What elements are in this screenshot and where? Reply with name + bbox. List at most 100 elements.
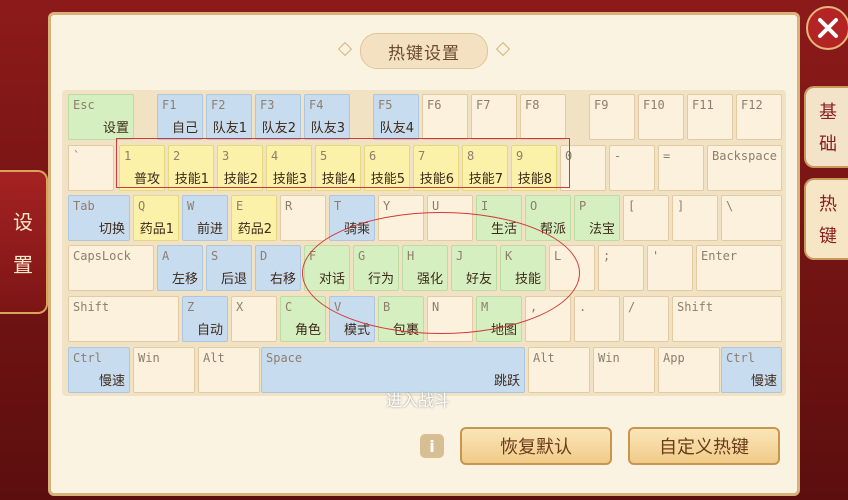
key-rbracket[interactable]: ]	[672, 195, 718, 241]
key-equal[interactable]: =	[658, 145, 704, 191]
key-action: 角色	[294, 323, 321, 338]
annotation-ellipse	[302, 212, 580, 334]
key-capslock[interactable]: CapsLock	[68, 245, 154, 291]
key-label: F11	[692, 98, 714, 112]
key-action: 左移	[171, 272, 198, 287]
key-lwin[interactable]: Win	[133, 347, 195, 393]
side-tab-char-2: 置	[13, 253, 33, 277]
key-action: 自动	[196, 323, 223, 338]
key-label: Ctrl	[73, 351, 102, 365]
key-enter[interactable]: Enter	[696, 245, 782, 291]
key-d[interactable]: D 右移	[255, 245, 301, 291]
key-semicolon[interactable]: ;	[598, 245, 644, 291]
key-f1[interactable]: F1 自己	[157, 94, 203, 140]
key-x[interactable]: X	[231, 296, 277, 342]
key-label: -	[614, 149, 622, 163]
key-lctrl[interactable]: Ctrl 慢速	[68, 347, 130, 393]
key-quote[interactable]: '	[647, 245, 693, 291]
key-s[interactable]: S 后退	[206, 245, 252, 291]
key-lbracket[interactable]: [	[623, 195, 669, 241]
key-rshift[interactable]: Shift	[672, 296, 782, 342]
key-action: 队友3	[310, 121, 345, 136]
key-label: `	[73, 149, 81, 163]
key-app[interactable]: App	[658, 347, 720, 393]
key-action: 右移	[269, 272, 296, 287]
key-f8[interactable]: F8	[520, 94, 566, 140]
key-action: 慢速	[750, 374, 777, 389]
key-esc[interactable]: Esc 设置	[68, 94, 134, 140]
tab-hotkey-char-2: 键	[819, 226, 837, 247]
key-e[interactable]: E 药品2	[231, 195, 277, 241]
settings-side-tab[interactable]: 设 置	[0, 170, 48, 314]
key-label: Win	[138, 351, 160, 365]
key-f4[interactable]: F4 队友3	[304, 94, 350, 140]
tab-hotkey[interactable]: 热 键	[804, 178, 848, 260]
key-f11[interactable]: F11	[687, 94, 733, 140]
key-rwin[interactable]: Win	[593, 347, 655, 393]
key-label: Tab	[73, 199, 95, 213]
key-label: .	[579, 300, 587, 314]
key-action: 前进	[196, 222, 223, 237]
reset-default-button[interactable]: 恢复默认	[460, 427, 612, 465]
key-label: Shift	[677, 300, 714, 314]
key-tab[interactable]: Tab 切换	[68, 195, 130, 241]
key-label: F10	[643, 98, 665, 112]
custom-hotkey-button[interactable]: 自定义热键	[628, 427, 780, 465]
key-label: T	[334, 199, 342, 213]
key-ralt[interactable]: Alt	[528, 347, 590, 393]
key-label: App	[663, 351, 685, 365]
key-lshift[interactable]: Shift	[68, 296, 179, 342]
key-p[interactable]: P 法宝	[574, 195, 620, 241]
key-q[interactable]: Q 药品1	[133, 195, 179, 241]
key-z[interactable]: Z 自动	[182, 296, 228, 342]
key-label: Y	[383, 199, 391, 213]
key-label: Z	[187, 300, 195, 314]
key-label: =	[663, 149, 671, 163]
page-title-text: 热键设置	[388, 43, 460, 64]
key-backspace[interactable]: Backspace	[707, 145, 782, 191]
key-backslash[interactable]: \	[721, 195, 782, 241]
key-backtick[interactable]: `	[68, 145, 114, 191]
key-w[interactable]: W 前进	[182, 195, 228, 241]
key-action: 后退	[220, 272, 247, 287]
key-label: U	[432, 199, 440, 213]
key-f9[interactable]: F9	[589, 94, 635, 140]
key-minus[interactable]: -	[609, 145, 655, 191]
key-label: S	[211, 249, 219, 263]
key-f3[interactable]: F3 队友2	[255, 94, 301, 140]
key-r[interactable]: R	[280, 195, 326, 241]
key-slash[interactable]: /	[623, 296, 669, 342]
key-label: X	[236, 300, 244, 314]
key-label: R	[285, 199, 293, 213]
key-lalt[interactable]: Alt	[198, 347, 260, 393]
info-button[interactable]: i	[420, 434, 444, 458]
key-period[interactable]: .	[574, 296, 620, 342]
key-f5[interactable]: F5 队友4	[373, 94, 419, 140]
custom-hotkey-label: 自定义热键	[659, 437, 749, 458]
key-f7[interactable]: F7	[471, 94, 517, 140]
key-action: 队友1	[212, 121, 247, 136]
tab-hotkey-char-1: 热	[819, 194, 837, 215]
key-label: F8	[525, 98, 540, 112]
key-label: F5	[378, 98, 393, 112]
key-label: /	[628, 300, 636, 314]
key-label: \	[726, 199, 734, 213]
annotation-rectangle	[116, 138, 570, 188]
key-label: Backspace	[712, 149, 778, 163]
tab-basic[interactable]: 基 础	[804, 86, 848, 168]
key-f6[interactable]: F6	[422, 94, 468, 140]
key-label: Ctrl	[726, 351, 755, 365]
key-action: 慢速	[98, 374, 125, 389]
close-button[interactable]	[806, 6, 848, 50]
key-f2[interactable]: F2 队友1	[206, 94, 252, 140]
key-f12[interactable]: F12	[736, 94, 782, 140]
key-label: ]	[677, 199, 685, 213]
key-f10[interactable]: F10	[638, 94, 684, 140]
key-a[interactable]: A 左移	[157, 245, 203, 291]
key-label: '	[652, 249, 660, 263]
key-label: F3	[260, 98, 275, 112]
key-action: 跳跃	[493, 374, 520, 389]
key-label: A	[162, 249, 170, 263]
key-label: F2	[211, 98, 226, 112]
key-rctrl[interactable]: Ctrl 慢速	[721, 347, 782, 393]
